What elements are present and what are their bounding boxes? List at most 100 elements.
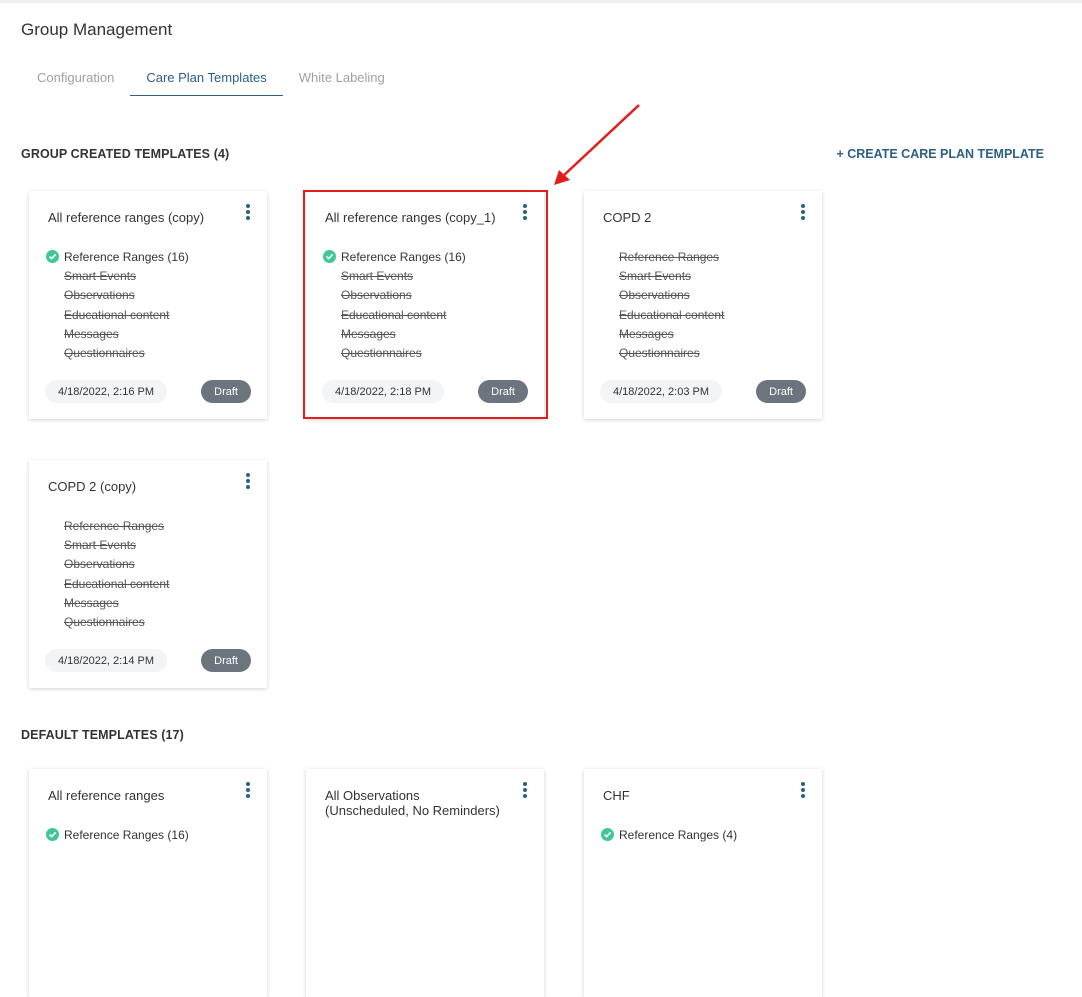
more-options-icon[interactable] bbox=[800, 204, 806, 220]
template-items: Reference Ranges (4) bbox=[601, 825, 811, 844]
template-item-label: Observations bbox=[64, 288, 135, 303]
status-badge: Draft bbox=[756, 380, 806, 403]
template-title: COPD 2 (copy) bbox=[48, 479, 137, 494]
template-item: Smart Events bbox=[323, 266, 533, 285]
more-options-icon[interactable] bbox=[245, 204, 251, 220]
more-options-icon[interactable] bbox=[245, 473, 251, 489]
status-badge: Draft bbox=[201, 380, 251, 403]
template-item-label: Observations bbox=[341, 288, 412, 303]
create-care-plan-template-button[interactable]: + CREATE CARE PLAN TEMPLATE bbox=[836, 147, 1044, 161]
template-item-label: Questionnaires bbox=[619, 346, 700, 361]
template-item-label: Smart Events bbox=[64, 537, 137, 552]
template-title: COPD 2 bbox=[603, 210, 652, 225]
template-item-label: Reference Ranges (16) bbox=[341, 249, 466, 264]
template-item-label: Smart Events bbox=[341, 268, 414, 283]
template-item-label: Messages bbox=[341, 326, 396, 341]
template-card[interactable]: All Observations (Unscheduled, No Remind… bbox=[306, 769, 544, 997]
template-item-label: Questionnaires bbox=[64, 615, 145, 630]
status-badge: Draft bbox=[478, 380, 528, 403]
modified-date: 4/18/2022, 2:18 PM bbox=[322, 380, 445, 403]
template-title: All reference ranges bbox=[48, 788, 165, 803]
template-card[interactable]: COPD 2 (copy) Reference Ranges Smart Event… bbox=[29, 460, 267, 688]
template-item: Questionnaires bbox=[46, 612, 256, 631]
template-card[interactable]: All reference ranges Reference Ranges (16… bbox=[29, 769, 267, 997]
template-card[interactable]: All reference ranges (copy_1) Reference R… bbox=[306, 191, 544, 419]
check-circle-icon bbox=[601, 828, 614, 842]
template-item: Educational content bbox=[46, 305, 256, 324]
template-item: Reference Ranges (16) bbox=[323, 247, 533, 266]
check-circle-icon bbox=[46, 828, 59, 842]
template-items: Reference Ranges Smart Events Observations… bbox=[46, 516, 256, 632]
top-border bbox=[0, 0, 1082, 3]
template-item-label: Observations bbox=[619, 288, 690, 303]
template-item-label: Smart Events bbox=[619, 268, 692, 283]
template-item-label: Observations bbox=[64, 557, 135, 572]
template-item: Questionnaires bbox=[46, 343, 256, 362]
modified-date: 4/18/2022, 2:14 PM bbox=[45, 649, 168, 672]
template-item: Observations bbox=[46, 286, 256, 305]
more-options-icon[interactable] bbox=[245, 782, 251, 798]
template-item: Reference Ranges bbox=[46, 516, 256, 535]
template-card[interactable]: CHF Reference Ranges (4) bbox=[584, 769, 822, 997]
tab-white-labeling[interactable]: White Labeling bbox=[283, 66, 401, 96]
template-item: Messages bbox=[601, 324, 811, 343]
template-item-label: Reference Ranges bbox=[64, 518, 165, 533]
template-item: Reference Ranges (16) bbox=[46, 247, 256, 266]
template-item: Questionnaires bbox=[601, 343, 811, 362]
template-item: Observations bbox=[601, 286, 811, 305]
check-circle-icon bbox=[46, 250, 59, 264]
template-item: Messages bbox=[323, 324, 533, 343]
template-item-label: Smart Events bbox=[64, 268, 137, 283]
template-item: Reference Ranges (4) bbox=[601, 825, 811, 844]
template-item-label: Messages bbox=[619, 326, 674, 341]
arrow-annotation-icon bbox=[554, 104, 640, 185]
template-item-label: Reference Ranges (16) bbox=[64, 249, 189, 264]
page-title: Group Management bbox=[21, 20, 173, 39]
template-item: Smart Events bbox=[46, 535, 256, 554]
modified-date: 4/18/2022, 2:03 PM bbox=[600, 380, 723, 403]
template-item-label: Educational content bbox=[64, 307, 170, 322]
template-item-label: Questionnaires bbox=[64, 346, 145, 361]
check-circle-icon bbox=[323, 250, 336, 264]
template-item-label: Educational content bbox=[341, 307, 447, 322]
template-items: Reference Ranges (16) Smart Events Observa… bbox=[323, 247, 533, 363]
more-options-icon[interactable] bbox=[800, 782, 806, 798]
tab-configuration[interactable]: Configuration bbox=[21, 66, 130, 96]
template-item: Reference Ranges (16) bbox=[46, 825, 256, 844]
template-item-label: Messages bbox=[64, 326, 119, 341]
template-items: Reference Ranges (16) bbox=[46, 825, 256, 844]
template-title: All Observations (Unscheduled, No Remind… bbox=[325, 788, 500, 818]
template-item-label: Reference Ranges (4) bbox=[619, 827, 738, 842]
template-item: Observations bbox=[323, 286, 533, 305]
modified-date: 4/18/2022, 2:16 PM bbox=[45, 380, 168, 403]
group-templates-heading: GROUP CREATED TEMPLATES (4) bbox=[21, 147, 230, 161]
template-title: All reference ranges (copy) bbox=[48, 210, 205, 225]
template-item: Educational content bbox=[601, 305, 811, 324]
template-item: Reference Ranges bbox=[601, 247, 811, 266]
template-item: Educational content bbox=[46, 574, 256, 593]
default-templates-heading: DEFAULT TEMPLATES (17) bbox=[21, 728, 184, 742]
template-items: Reference Ranges (16) Smart Events Observa… bbox=[46, 247, 256, 363]
template-item-label: Messages bbox=[64, 595, 119, 610]
template-item: Educational content bbox=[323, 305, 533, 324]
tab-care-plan-templates[interactable]: Care Plan Templates bbox=[130, 66, 283, 96]
template-card[interactable]: COPD 2 Reference Ranges Smart Events Observ… bbox=[584, 191, 822, 419]
more-options-icon[interactable] bbox=[522, 782, 528, 798]
template-item: Observations bbox=[46, 555, 256, 574]
template-item: Smart Events bbox=[601, 266, 811, 285]
template-item: Messages bbox=[46, 593, 256, 612]
template-item: Questionnaires bbox=[323, 343, 533, 362]
template-item: Messages bbox=[46, 324, 256, 343]
template-item: Smart Events bbox=[46, 266, 256, 285]
template-item-label: Questionnaires bbox=[341, 346, 422, 361]
template-title: All reference ranges (copy_1) bbox=[325, 210, 496, 225]
template-items: Reference Ranges Smart Events Observations… bbox=[601, 247, 811, 363]
template-item-label: Reference Ranges (16) bbox=[64, 827, 189, 842]
template-item-label: Reference Ranges bbox=[619, 249, 720, 264]
template-card[interactable]: All reference ranges (copy) Reference Ran… bbox=[29, 191, 267, 419]
tab-bar: Configuration Care Plan Templates White … bbox=[21, 66, 401, 96]
more-options-icon[interactable] bbox=[522, 204, 528, 220]
template-item-label: Educational content bbox=[64, 576, 170, 591]
template-item-label: Educational content bbox=[619, 307, 725, 322]
template-title: CHF bbox=[603, 788, 630, 803]
